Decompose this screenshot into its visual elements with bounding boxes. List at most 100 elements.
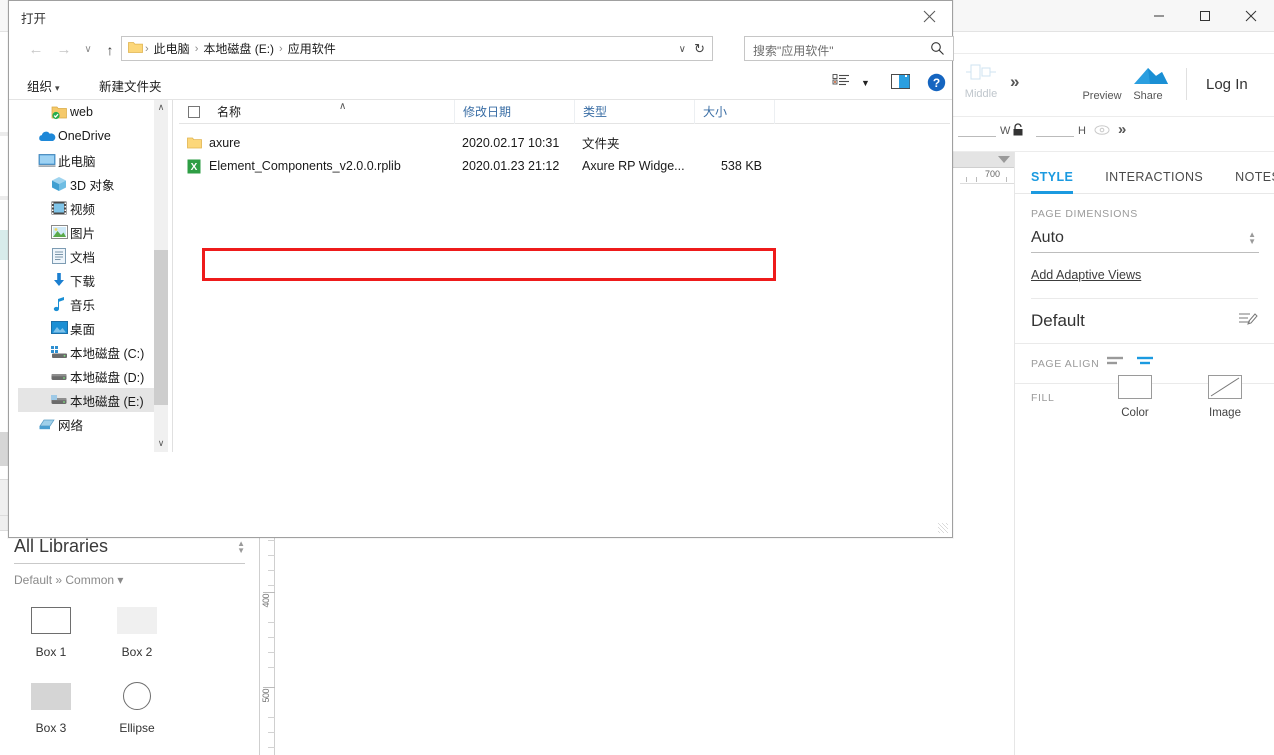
organize-button[interactable]: 组织 ▾ bbox=[27, 76, 60, 95]
column-header-date[interactable]: 修改日期 bbox=[454, 99, 574, 124]
canvas-ruler-left: 400 500 bbox=[259, 530, 275, 755]
fill-image-label: Image bbox=[1209, 407, 1241, 419]
column-header-type[interactable]: 类型 bbox=[574, 99, 694, 124]
props-overflow-chevron-icon[interactable]: » bbox=[1118, 121, 1126, 138]
library-item-label: Box 3 bbox=[35, 721, 67, 735]
width-input[interactable] bbox=[958, 136, 996, 137]
sidebar-item-drive-d[interactable]: 本地磁盘 (D:) bbox=[18, 364, 166, 388]
libraries-breadcrumb[interactable]: Default » Common ▾ bbox=[14, 573, 259, 587]
fill-color-option[interactable]: Color bbox=[1102, 375, 1168, 421]
fill-image-option[interactable]: Image bbox=[1192, 375, 1258, 421]
breadcrumb-item-pc[interactable]: 此电脑 bbox=[151, 40, 193, 57]
sidebar-item-label: 文档 bbox=[70, 250, 96, 265]
sidebar-item-network[interactable]: 网络 bbox=[18, 412, 166, 436]
scroll-up-icon[interactable]: ∧ bbox=[154, 100, 168, 116]
tab-interactions[interactable]: INTERACTIONS bbox=[1105, 170, 1203, 193]
libraries-title[interactable]: All Libraries bbox=[14, 536, 245, 563]
height-input[interactable] bbox=[1036, 136, 1074, 137]
address-dropdown-icon[interactable]: ∨ bbox=[679, 44, 686, 55]
search-input[interactable]: 搜索"应用软件" bbox=[753, 42, 834, 59]
libraries-stepper-icon[interactable]: ▲ ▼ bbox=[237, 540, 245, 555]
file-date: 2020.01.23 21:12 bbox=[462, 159, 560, 173]
scrollbar-thumb[interactable] bbox=[154, 250, 168, 405]
navigation-scrollbar[interactable]: ∧ ∨ bbox=[154, 100, 168, 452]
column-header-size[interactable]: 大小 bbox=[694, 99, 774, 124]
preview-pane-icon[interactable] bbox=[891, 73, 911, 93]
add-adaptive-views-link[interactable]: Add Adaptive Views bbox=[1031, 268, 1141, 282]
close-icon[interactable] bbox=[1228, 0, 1274, 32]
window-controls bbox=[1136, 0, 1274, 32]
resize-grip-icon[interactable] bbox=[938, 523, 948, 533]
ellipse-icon bbox=[94, 673, 180, 719]
page-align-label: PAGE ALIGN bbox=[1031, 357, 1100, 370]
maximize-icon[interactable] bbox=[1182, 0, 1228, 32]
toolbar-overflow-chevron-icon[interactable]: » bbox=[1010, 72, 1019, 92]
select-all-checkbox[interactable] bbox=[179, 105, 209, 118]
sidebar-item-music[interactable]: 音乐 bbox=[18, 292, 166, 316]
library-item-placeholder[interactable]: Placeholder bbox=[94, 749, 180, 755]
align-center-icon[interactable] bbox=[1136, 354, 1156, 373]
preview-button[interactable]: Preview bbox=[1076, 62, 1128, 102]
sidebar-item-drive-e[interactable]: 本地磁盘 (E:) bbox=[18, 388, 166, 412]
view-list-icon[interactable] bbox=[832, 73, 850, 92]
sidebar-item-label: 3D 对象 bbox=[70, 178, 115, 193]
breadcrumb-item-drive-e[interactable]: 本地磁盘 (E:) bbox=[200, 40, 277, 57]
image-swatch-icon bbox=[1208, 375, 1242, 399]
table-row[interactable]: axure 2020.02.17 10:31 文件夹 bbox=[179, 132, 950, 153]
column-header-name[interactable]: 名称 ∧ bbox=[209, 100, 454, 124]
edit-style-icon[interactable] bbox=[1238, 310, 1258, 333]
library-item-box2[interactable]: Box 2 bbox=[94, 597, 180, 659]
sidebar-item-pictures[interactable]: 图片 bbox=[18, 220, 166, 244]
breadcrumb-item-folder[interactable]: 应用软件 bbox=[285, 40, 339, 57]
tab-notes[interactable]: NOTES bbox=[1235, 170, 1274, 193]
library-item-box1[interactable]: Box 1 bbox=[8, 597, 94, 659]
sidebar-item-downloads[interactable]: 下载 bbox=[18, 268, 166, 292]
align-left-icon[interactable] bbox=[1106, 354, 1126, 373]
sidebar-item-this-pc[interactable]: 此电脑 bbox=[18, 148, 166, 172]
onedrive-icon bbox=[36, 130, 58, 143]
library-item-box3[interactable]: Box 3 bbox=[8, 673, 94, 735]
documents-icon bbox=[48, 248, 70, 264]
design-canvas[interactable] bbox=[276, 530, 1014, 755]
sidebar-item-documents[interactable]: 文档 bbox=[18, 244, 166, 268]
back-icon[interactable]: ← bbox=[25, 39, 47, 61]
sidebar-item-web[interactable]: web bbox=[18, 100, 166, 124]
new-folder-button[interactable]: 新建文件夹 bbox=[99, 76, 162, 95]
dialog-commandbar: 组织 ▾ 新建文件夹 ▼ ? bbox=[9, 67, 952, 100]
sidebar-item-drive-c[interactable]: 本地磁盘 (C:) bbox=[18, 340, 166, 364]
address-bar[interactable]: › 此电脑 › 本地磁盘 (E:) › 应用软件 ∨ ↻ bbox=[121, 36, 713, 61]
refresh-icon[interactable]: ↻ bbox=[694, 41, 705, 57]
width-label: W bbox=[1000, 125, 1011, 137]
align-middle-button[interactable]: Middle bbox=[958, 62, 1004, 100]
library-item-ellipse[interactable]: Ellipse bbox=[94, 673, 180, 735]
library-item-label: Box 1 bbox=[35, 645, 67, 659]
file-type: Axure RP Widge... bbox=[582, 159, 685, 173]
visibility-eye-icon[interactable] bbox=[1094, 124, 1110, 139]
sidebar-item-videos[interactable]: 视频 bbox=[18, 196, 166, 220]
dialog-close-icon[interactable] bbox=[906, 1, 952, 31]
default-style-row[interactable]: Default bbox=[1015, 299, 1274, 344]
minimize-icon[interactable] bbox=[1136, 0, 1182, 32]
sidebar-item-onedrive[interactable]: OneDrive bbox=[18, 124, 166, 148]
share-button[interactable]: Share bbox=[1122, 62, 1174, 102]
recent-locations-icon[interactable]: ∨ bbox=[77, 39, 99, 61]
svg-text:?: ? bbox=[933, 76, 940, 90]
page-dimensions-value[interactable]: Auto bbox=[1031, 229, 1259, 253]
sidebar-item-desktop[interactable]: 桌面 bbox=[18, 316, 166, 340]
forward-icon[interactable]: → bbox=[53, 39, 75, 61]
stepper-icon[interactable]: ▲ ▼ bbox=[1248, 231, 1256, 246]
login-button[interactable]: Log In bbox=[1206, 76, 1248, 93]
sidebar-item-3d-objects[interactable]: 3D 对象 bbox=[18, 172, 166, 196]
lock-icon[interactable] bbox=[1012, 123, 1024, 140]
tab-style[interactable]: STYLE bbox=[1031, 170, 1074, 194]
table-row[interactable]: X Element_Components_v2.0.0.rplib 2020.0… bbox=[179, 153, 950, 179]
sidebar-item-label: 本地磁盘 (D:) bbox=[70, 370, 145, 385]
search-icon[interactable] bbox=[930, 41, 945, 61]
scroll-down-icon[interactable]: ∨ bbox=[154, 436, 168, 452]
dialog-title: 打开 bbox=[21, 12, 47, 26]
view-dropdown-icon[interactable]: ▼ bbox=[861, 78, 870, 88]
up-icon[interactable]: ↑ bbox=[99, 39, 121, 61]
search-box[interactable]: 搜索"应用软件" bbox=[744, 36, 954, 61]
sidebar-item-label: 本地磁盘 (E:) bbox=[70, 394, 144, 409]
help-icon[interactable]: ? bbox=[927, 73, 946, 95]
